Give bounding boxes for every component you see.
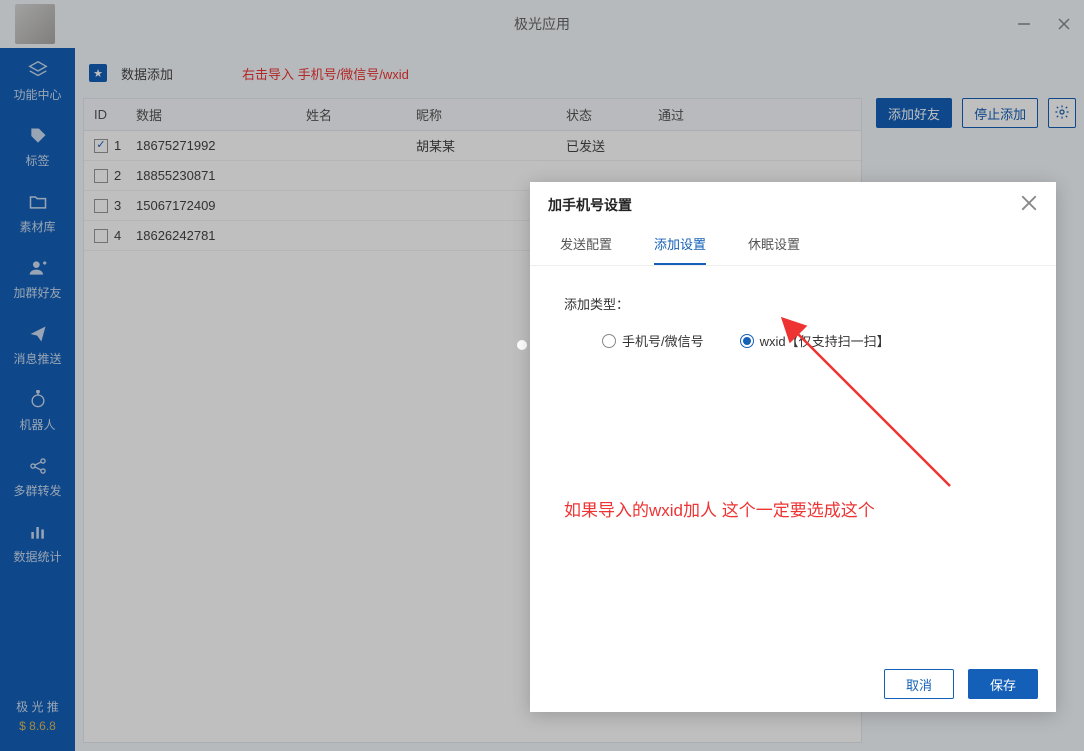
cancel-button[interactable]: 取消 — [884, 669, 954, 699]
annotation-text: 如果导入的wxid加人 这个一定要选成这个 — [564, 496, 875, 521]
modal-footer: 取消 保存 — [530, 656, 1056, 712]
modal-tabs: 发送配置 添加设置 休眠设置 — [530, 228, 1056, 266]
modal-body: 添加类型： 手机号/微信号 wxid【仅支持扫一扫】 如果导入的wxid加人 这… — [530, 266, 1056, 656]
loader-indicator — [517, 340, 527, 350]
radio-phone-wechat[interactable]: 手机号/微信号 — [602, 331, 704, 350]
save-button[interactable]: 保存 — [968, 669, 1038, 699]
radio-label: 手机号/微信号 — [622, 331, 704, 350]
modal-title: 加手机号设置 — [548, 195, 632, 215]
tab-sleep-config[interactable]: 休眠设置 — [748, 234, 800, 265]
settings-modal: 加手机号设置 发送配置 添加设置 休眠设置 添加类型： 手机号/微信号 wxid… — [530, 182, 1056, 712]
radio-label: wxid【仅支持扫一扫】 — [760, 331, 890, 350]
close-icon[interactable] — [1020, 194, 1038, 217]
add-type-label: 添加类型： — [564, 294, 1022, 313]
tab-add-config[interactable]: 添加设置 — [654, 234, 706, 265]
radio-wxid[interactable]: wxid【仅支持扫一扫】 — [740, 331, 890, 350]
radio-circle-selected-icon — [740, 334, 754, 348]
radio-circle-icon — [602, 334, 616, 348]
radio-group: 手机号/微信号 wxid【仅支持扫一扫】 — [564, 331, 1022, 350]
modal-header: 加手机号设置 — [530, 182, 1056, 228]
modal-overlay: 加手机号设置 发送配置 添加设置 休眠设置 添加类型： 手机号/微信号 wxid… — [0, 0, 1084, 751]
tab-send-config[interactable]: 发送配置 — [560, 234, 612, 265]
